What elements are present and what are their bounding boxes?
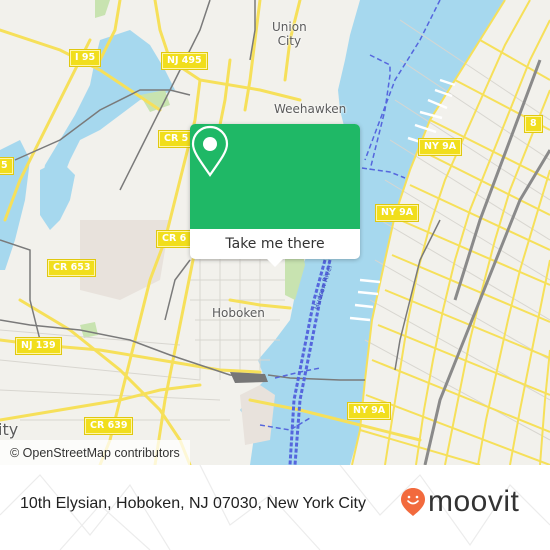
union-city-line1: Union (272, 20, 307, 34)
park-area (95, 0, 110, 18)
take-me-there-button[interactable]: Take me there (190, 229, 360, 259)
road-shield-cr639: CR 639 (83, 417, 134, 435)
road-shield-cr5: CR 5 (157, 130, 195, 148)
road-shield-ny9a: NY 9A (374, 204, 420, 222)
road-shield-nj139: NJ 139 (15, 337, 62, 355)
moovit-wordmark: moovit (428, 485, 520, 518)
road-shield-cr653: CR 653 (46, 259, 97, 277)
road-shield-ny9a: NY 9A (346, 402, 392, 420)
road-shield-nj495: NJ 495 (161, 52, 208, 70)
place-label-weehawken: Weehawken (274, 102, 347, 116)
creek-water (40, 160, 75, 230)
road-shield-left-edge: 5 (0, 157, 14, 175)
moovit-logo[interactable]: moovit (400, 487, 519, 517)
address-text: 10th Elysian, Hoboken, NJ 07030, New Yor… (20, 495, 366, 512)
industrial-area (240, 385, 275, 445)
map-pin-icon (191, 125, 229, 177)
road-shield-route8: 8 (524, 115, 543, 133)
map-view[interactable]: Hudson River Union City Weehawken Hoboke… (0, 0, 550, 465)
location-popup: Take me there (190, 124, 360, 267)
place-label-jersey-city: ity (0, 420, 19, 439)
union-city-line2: City (277, 34, 302, 48)
footer-bar: 10th Elysian, Hoboken, NJ 07030, New Yor… (0, 465, 550, 550)
hoboken-terminal (230, 372, 268, 383)
popup-tail (267, 259, 283, 267)
road-shield-ny9a: NY 9A (417, 138, 463, 156)
road-shield-cr6: CR 6 (155, 230, 193, 248)
popup-header[interactable] (190, 124, 360, 229)
map-attribution[interactable]: © OpenStreetMap contributors (0, 440, 190, 465)
place-label-hoboken: Hoboken (212, 306, 265, 320)
road-shield-i95: I 95 (68, 49, 102, 67)
place-label-union-city: Union City (272, 20, 307, 48)
map-card: Hudson River Union City Weehawken Hoboke… (0, 0, 550, 550)
moovit-pin-smile-icon (401, 488, 425, 516)
